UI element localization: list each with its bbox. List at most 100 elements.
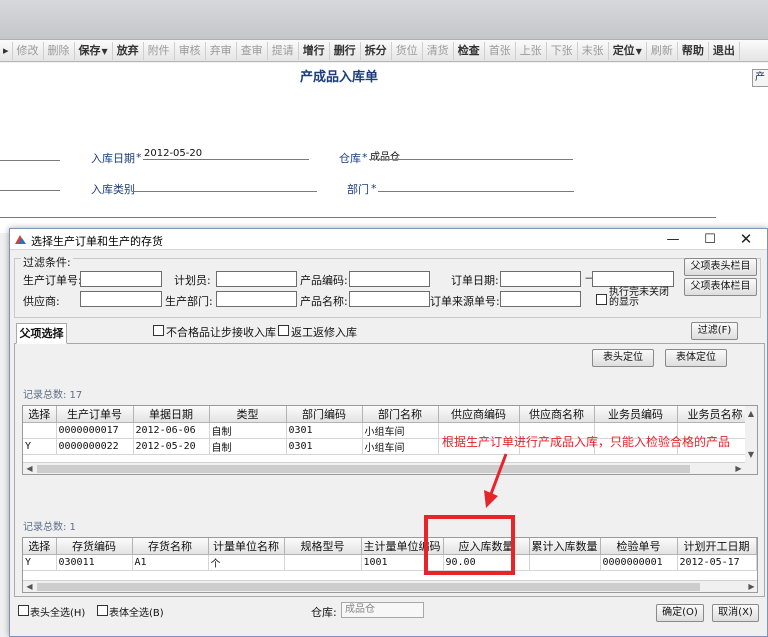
- dialog-title-bar: 选择生产订单和生产的存货 — ☐ ✕: [10, 229, 767, 250]
- dialog-warehouse-input[interactable]: 成品仓: [341, 602, 424, 618]
- dialog-warehouse-label: 仓库:: [311, 606, 337, 619]
- body-locate-button[interactable]: 表体定位: [665, 349, 727, 367]
- maximize-icon[interactable]: ☐: [693, 229, 727, 250]
- bottom-column-header[interactable]: 规格型号: [284, 538, 362, 555]
- toolbar-unapprove-button[interactable]: 弃审: [206, 41, 237, 60]
- closed-option-checkbox[interactable]: [596, 294, 607, 305]
- close-icon[interactable]: ✕: [729, 229, 763, 250]
- toolbar-next-button[interactable]: 下张: [547, 41, 578, 60]
- bottom-column-header[interactable]: 存货编码: [56, 538, 133, 555]
- order-date-from-input[interactable]: [500, 271, 581, 287]
- top-column-header[interactable]: 类型: [209, 406, 287, 423]
- top-grid-hscrollbar[interactable]: ◀ ▶: [23, 462, 745, 474]
- filter-button[interactable]: 过滤(F): [691, 322, 738, 340]
- toolbar-attachment-button[interactable]: 附件: [144, 41, 175, 60]
- toolbar-submit-button[interactable]: 提请: [268, 41, 299, 60]
- warehouse-underline: [369, 159, 573, 160]
- unqualified-checkbox[interactable]: [153, 325, 164, 336]
- bottom-column-header[interactable]: 存货名称: [132, 538, 209, 555]
- scroll-left-icon[interactable]: ◀: [23, 463, 36, 474]
- parent-header-columns-button[interactable]: 父项表头栏目: [684, 258, 757, 276]
- order-date-to-input[interactable]: [592, 271, 674, 287]
- toolbar-modify-button[interactable]: 修改: [13, 41, 44, 60]
- ok-button[interactable]: 确定(O): [656, 604, 704, 622]
- product-name-input[interactable]: [349, 291, 430, 307]
- toolbar-check-button[interactable]: 检查: [454, 41, 485, 60]
- top-column-header[interactable]: 部门编码: [286, 406, 363, 423]
- toolbar-last-button[interactable]: 末张: [578, 41, 609, 60]
- table-cell: 自制: [209, 438, 287, 455]
- toolbar-split-button[interactable]: 拆分: [361, 41, 392, 60]
- parent-body-columns-button[interactable]: 父项表体栏目: [684, 278, 757, 296]
- toolbar-add-row-button[interactable]: 增行: [299, 41, 330, 60]
- top-grid-vscrollbar[interactable]: ▲ ▼: [745, 406, 757, 474]
- caret-down-icon: ▼: [101, 46, 108, 56]
- toolbar-discard-button[interactable]: 放弃: [113, 41, 144, 60]
- planner-input[interactable]: [216, 271, 297, 287]
- scroll-thumb[interactable]: [37, 465, 690, 473]
- toolbar-delete-row-button[interactable]: 删行: [330, 41, 361, 60]
- rework-checkbox[interactable]: [278, 325, 289, 336]
- right-side-button[interactable]: 产: [752, 69, 768, 87]
- toolbar-prev-button[interactable]: 上张: [516, 41, 547, 60]
- supplier-input[interactable]: [80, 291, 162, 307]
- minimize-icon[interactable]: —: [656, 229, 690, 250]
- form-separator: [0, 217, 716, 218]
- toolbar-approve-button[interactable]: 审核: [175, 41, 206, 60]
- toolbar-delete-button[interactable]: 删除: [44, 41, 75, 60]
- tab-parent-select[interactable]: 父项选择: [16, 323, 67, 344]
- cancel-button[interactable]: 取消(X): [712, 604, 759, 622]
- top-column-header[interactable]: 业务员编码: [594, 406, 678, 423]
- top-column-header[interactable]: 选择: [23, 406, 57, 423]
- scroll-left-icon[interactable]: ◀: [23, 581, 36, 592]
- table-cell: 自制: [209, 422, 287, 439]
- top-column-header[interactable]: 部门名称: [362, 406, 439, 423]
- required-mark: *: [362, 151, 368, 164]
- toolbar-locate-button[interactable]: 定位▼: [609, 41, 647, 60]
- header-locate-button[interactable]: 表头定位: [592, 349, 654, 367]
- toolbar-refresh-button[interactable]: 刷新: [647, 41, 678, 60]
- toolbar-exit-button[interactable]: 退出: [709, 41, 740, 60]
- unqualified-label: 不合格品让步接收入库: [166, 326, 276, 339]
- toolbar-first-button[interactable]: 首张: [485, 41, 516, 60]
- product-code-label: 产品编码:: [300, 274, 348, 287]
- bottom-column-header[interactable]: 计划开工日期: [677, 538, 757, 555]
- source-order-input[interactable]: [500, 291, 581, 307]
- table-row[interactable]: Y 030011 A1 个 1001 90.00 0000000001 2012-05-17: [23, 554, 757, 571]
- receipt-date-value[interactable]: 2012-05-20: [144, 148, 202, 159]
- toolbar-help-button[interactable]: 帮助: [678, 41, 709, 60]
- product-code-input[interactable]: [349, 271, 430, 287]
- row-select-cell[interactable]: Y: [23, 554, 57, 571]
- scroll-up-icon[interactable]: ▲: [745, 408, 757, 420]
- select-all-body-checkbox[interactable]: [97, 605, 108, 616]
- toolbar-overflow-icon[interactable]: ▸: [0, 41, 13, 60]
- scroll-thumb[interactable]: [37, 583, 700, 591]
- row-select-cell[interactable]: [23, 422, 57, 439]
- scroll-down-icon[interactable]: ▼: [745, 449, 757, 461]
- warehouse-value[interactable]: 成品仓: [370, 148, 400, 163]
- bottom-column-header[interactable]: 计量单位名称: [208, 538, 285, 555]
- toolbar-save-button[interactable]: 保存▼: [75, 41, 113, 60]
- row-select-cell[interactable]: Y: [23, 438, 57, 455]
- prod-dept-input[interactable]: [216, 291, 297, 307]
- annotation-highlight-box: [424, 515, 515, 575]
- bottom-grid-hscrollbar[interactable]: ◀ ▶: [23, 580, 757, 592]
- scroll-right-icon[interactable]: ▶: [732, 463, 745, 474]
- bottom-column-header[interactable]: 累计入库数量: [529, 538, 601, 555]
- top-column-header[interactable]: 供应商名称: [519, 406, 595, 423]
- top-column-header[interactable]: 业务员名称: [677, 406, 754, 423]
- supplier-label: 供应商:: [23, 295, 60, 308]
- scroll-right-icon[interactable]: ▶: [745, 581, 757, 592]
- top-column-header[interactable]: 单据日期: [133, 406, 210, 423]
- toolbar-view-approval-button[interactable]: 查审: [237, 41, 268, 60]
- toolbar-clear-goods-button[interactable]: 清货: [423, 41, 454, 60]
- bottom-column-header[interactable]: 检验单号: [600, 538, 678, 555]
- select-all-header-checkbox[interactable]: [18, 605, 29, 616]
- bottom-column-header[interactable]: 选择: [23, 538, 57, 555]
- toolbar-location-button[interactable]: 货位: [392, 41, 423, 60]
- table-cell: 0301: [286, 438, 363, 455]
- order-no-input[interactable]: [80, 271, 162, 287]
- grid-header-row: 选择 存货编码 存货名称 计量单位名称 规格型号 主计量单位编码 应入库数量 累计入库数量 检验…: [23, 538, 757, 555]
- top-column-header[interactable]: 供应商编码: [438, 406, 520, 423]
- top-column-header[interactable]: 生产订单号: [56, 406, 134, 423]
